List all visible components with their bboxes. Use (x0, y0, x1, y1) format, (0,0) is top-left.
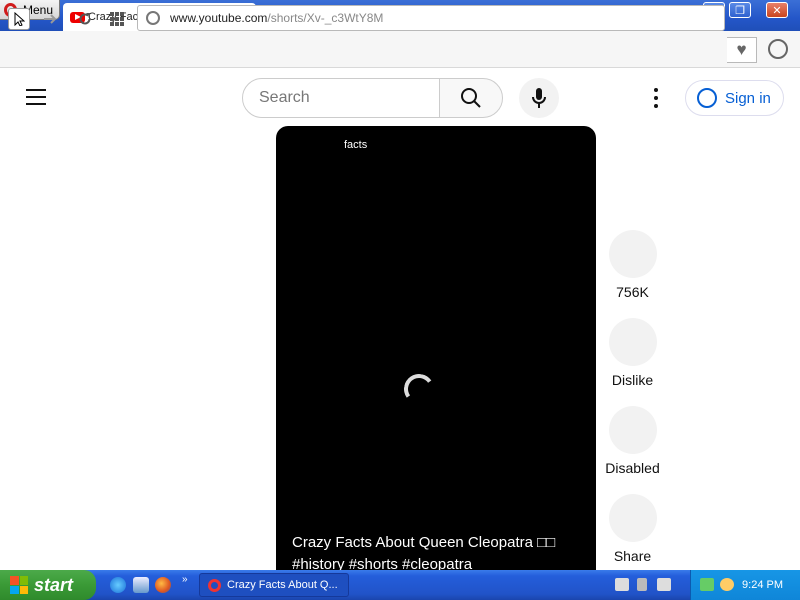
address-domain: www.youtube.com (170, 11, 268, 25)
microphone-icon (532, 88, 546, 108)
task-item-label: Crazy Facts About Q... (227, 579, 338, 591)
search-button[interactable] (439, 78, 503, 118)
sign-in-button[interactable]: Sign in (685, 80, 784, 116)
address-bar[interactable]: www.youtube.com/shorts/Xv-_c3WtY8M (137, 5, 725, 31)
pen-icon[interactable] (637, 578, 647, 591)
taskbar-item-opera[interactable]: Crazy Facts About Q... (199, 573, 349, 597)
opera-icon (208, 578, 221, 592)
settings-menu-icon[interactable] (648, 88, 664, 108)
firefox-icon[interactable] (155, 577, 171, 593)
dislike-icon (608, 318, 657, 366)
network-icon[interactable] (700, 578, 714, 591)
browser-account-icon[interactable] (768, 39, 788, 59)
video-title[interactable]: Crazy Facts About Queen Cleopatra □□ #hi… (292, 532, 592, 570)
start-button[interactable]: start (0, 570, 96, 600)
comments-label: Disabled (605, 460, 660, 476)
dislike-label: Dislike (611, 372, 654, 388)
keyboard-icon[interactable] (615, 578, 629, 591)
display-icon[interactable] (657, 578, 671, 591)
share-icon (608, 494, 657, 542)
share-label: Share (613, 548, 652, 564)
address-path: /shorts/Xv-_c3WtY8M (267, 11, 384, 25)
video-chip-label[interactable]: facts (344, 139, 367, 151)
like-count: 756K (616, 284, 649, 300)
shorts-video-player[interactable]: facts Crazy Facts About Queen Cleopatra … (276, 126, 596, 570)
navigation-bar (0, 31, 800, 68)
quick-launch-chevron-icon[interactable]: » (182, 574, 188, 585)
start-label: start (34, 574, 74, 595)
comments-icon (608, 406, 657, 454)
maximize-button[interactable]: ❐ (729, 2, 751, 18)
show-desktop-icon[interactable] (133, 577, 149, 593)
comments-button[interactable]: Disabled (605, 406, 660, 476)
bookmark-heart-icon[interactable]: ♥ (727, 37, 757, 63)
close-window-button[interactable]: ✕ (766, 2, 788, 18)
clock[interactable]: 9:24 PM (742, 579, 783, 591)
internet-explorer-icon[interactable] (110, 577, 126, 593)
like-button[interactable]: 756K (605, 230, 660, 300)
reload-button[interactable] (74, 8, 96, 30)
loading-spinner-icon (401, 371, 437, 407)
windows-flag-icon (10, 576, 28, 594)
forward-button[interactable] (40, 8, 62, 30)
speed-dial-icon[interactable] (106, 8, 128, 30)
dislike-button[interactable]: Dislike (605, 318, 660, 388)
guide-menu-icon[interactable] (26, 89, 46, 105)
share-button[interactable]: Share (605, 494, 660, 564)
search-tray-icon[interactable] (720, 578, 734, 591)
search-input[interactable]: Search (242, 78, 440, 118)
like-icon (608, 230, 657, 278)
sign-in-label: Sign in (725, 89, 771, 107)
voice-search-button[interactable] (519, 78, 559, 118)
search-icon (461, 88, 481, 108)
account-icon (697, 88, 717, 108)
back-button[interactable] (8, 8, 30, 30)
site-info-icon[interactable] (146, 11, 160, 25)
